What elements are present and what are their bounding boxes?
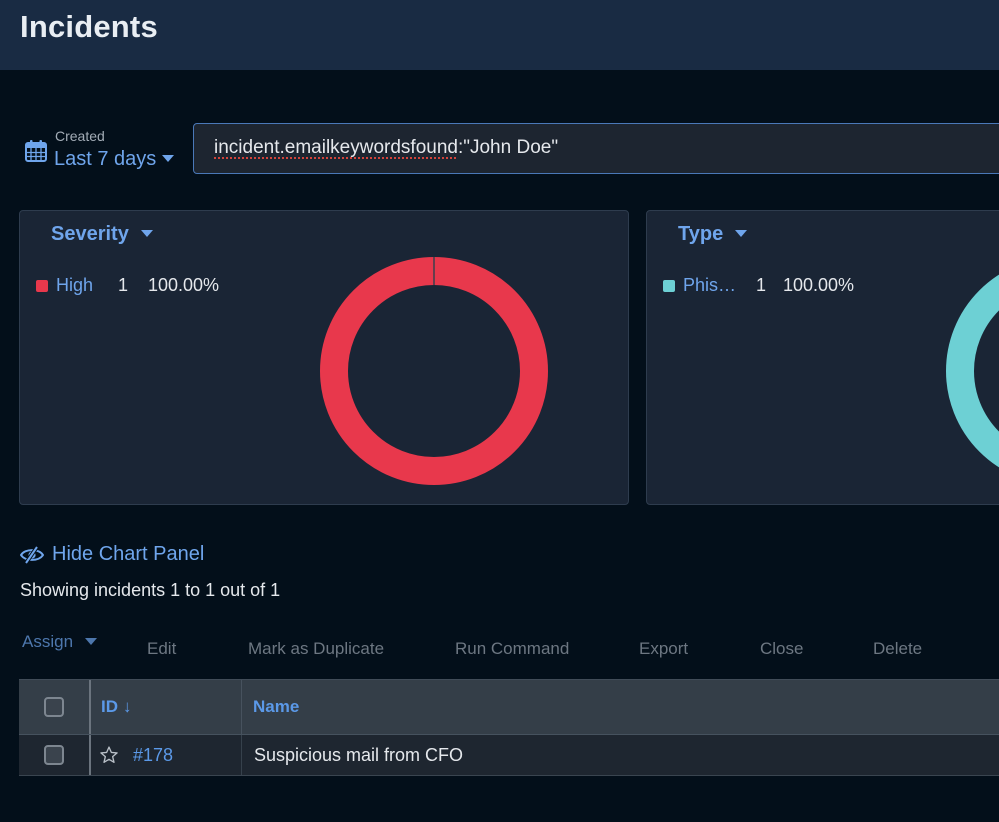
type-donut-chart (946, 271, 999, 471)
severity-chart-title: Severity (51, 223, 129, 245)
legend-label: Phis… (683, 275, 737, 295)
query-field: incident.emailkeywordsfound (214, 137, 458, 158)
delete-button[interactable]: Delete (873, 639, 922, 659)
export-button[interactable]: Export (639, 639, 688, 659)
header-checkbox-cell (19, 680, 89, 734)
assign-label: Assign (22, 632, 74, 651)
date-range-dropdown[interactable]: Last 7 days (54, 148, 175, 171)
type-chart-title: Type (678, 223, 724, 245)
legend-swatch (36, 279, 48, 292)
legend-label: High (56, 275, 94, 295)
donut-slice-high[interactable] (320, 257, 548, 485)
mark-as-duplicate-button[interactable]: Mark as Duplicate (248, 639, 384, 659)
legend-count: 1 (756, 275, 767, 295)
incident-name[interactable]: Suspicious mail from CFO (254, 745, 463, 766)
caret-down-icon (162, 154, 175, 162)
date-filter-label: Created (55, 128, 105, 144)
legend-percent: 100.00% (148, 275, 220, 295)
column-header-name-label: Name (253, 697, 300, 716)
column-header-id-label: ID (101, 697, 118, 716)
column-header-id[interactable]: ID ↓ (89, 680, 241, 734)
eye-slash-icon (20, 545, 44, 564)
results-summary: Showing incidents 1 to 1 out of 1 (20, 580, 281, 600)
row-id-cell: #178 (89, 735, 241, 775)
edit-button[interactable]: Edit (147, 639, 176, 659)
incidents-table: ID ↓ Name #178 Suspicious mail from CFO (19, 679, 999, 776)
legend-item-high[interactable]: High 1 100.00% (36, 275, 219, 296)
search-query-input[interactable]: incident.emailkeywordsfound:"John Doe" (193, 123, 999, 174)
caret-down-icon (140, 229, 153, 237)
caret-down-icon (85, 637, 98, 645)
caret-down-icon (735, 229, 748, 237)
sort-descending-icon: ↓ (123, 697, 132, 716)
column-header-name[interactable]: Name (241, 680, 999, 734)
donut-slice-phis[interactable] (946, 271, 999, 471)
legend-swatch (663, 279, 675, 292)
page-title: Incidents (20, 9, 158, 44)
row-name-cell: Suspicious mail from CFO (241, 735, 999, 775)
row-checkbox-cell (19, 735, 89, 775)
page-header: Incidents (0, 0, 999, 70)
table-header-row: ID ↓ Name (19, 679, 999, 735)
hide-chart-panel-button[interactable]: Hide Chart Panel (20, 543, 204, 566)
run-command-button[interactable]: Run Command (455, 639, 569, 659)
severity-chart-title-dropdown[interactable]: Severity (51, 223, 153, 246)
type-chart-panel: Type Phis… 1 100.00% (646, 210, 999, 505)
date-range-value: Last 7 days (54, 148, 157, 170)
row-checkbox[interactable] (44, 745, 64, 765)
hide-chart-panel-label: Hide Chart Panel (52, 543, 205, 565)
type-chart-title-dropdown[interactable]: Type (678, 223, 748, 246)
legend-item-phishing[interactable]: Phis… 1 100.00% (663, 275, 854, 296)
bulk-actions-toolbar: Assign Edit Mark as Duplicate Run Comman… (0, 630, 999, 670)
assign-dropdown[interactable]: Assign (22, 632, 98, 652)
severity-chart-panel: Severity High 1 100.00% (19, 210, 629, 505)
close-button[interactable]: Close (760, 639, 803, 659)
incident-id-link[interactable]: #178 (133, 745, 173, 766)
query-value: :"John Doe" (457, 137, 559, 158)
star-icon[interactable] (99, 745, 119, 765)
table-row[interactable]: #178 Suspicious mail from CFO (19, 735, 999, 776)
select-all-checkbox[interactable] (44, 697, 64, 717)
search-query-text: incident.emailkeywordsfound:"John Doe" (214, 137, 558, 159)
legend-count: 1 (118, 275, 129, 295)
calendar-icon (25, 140, 47, 162)
legend-percent: 100.00% (783, 275, 855, 295)
severity-donut-chart (320, 257, 548, 485)
